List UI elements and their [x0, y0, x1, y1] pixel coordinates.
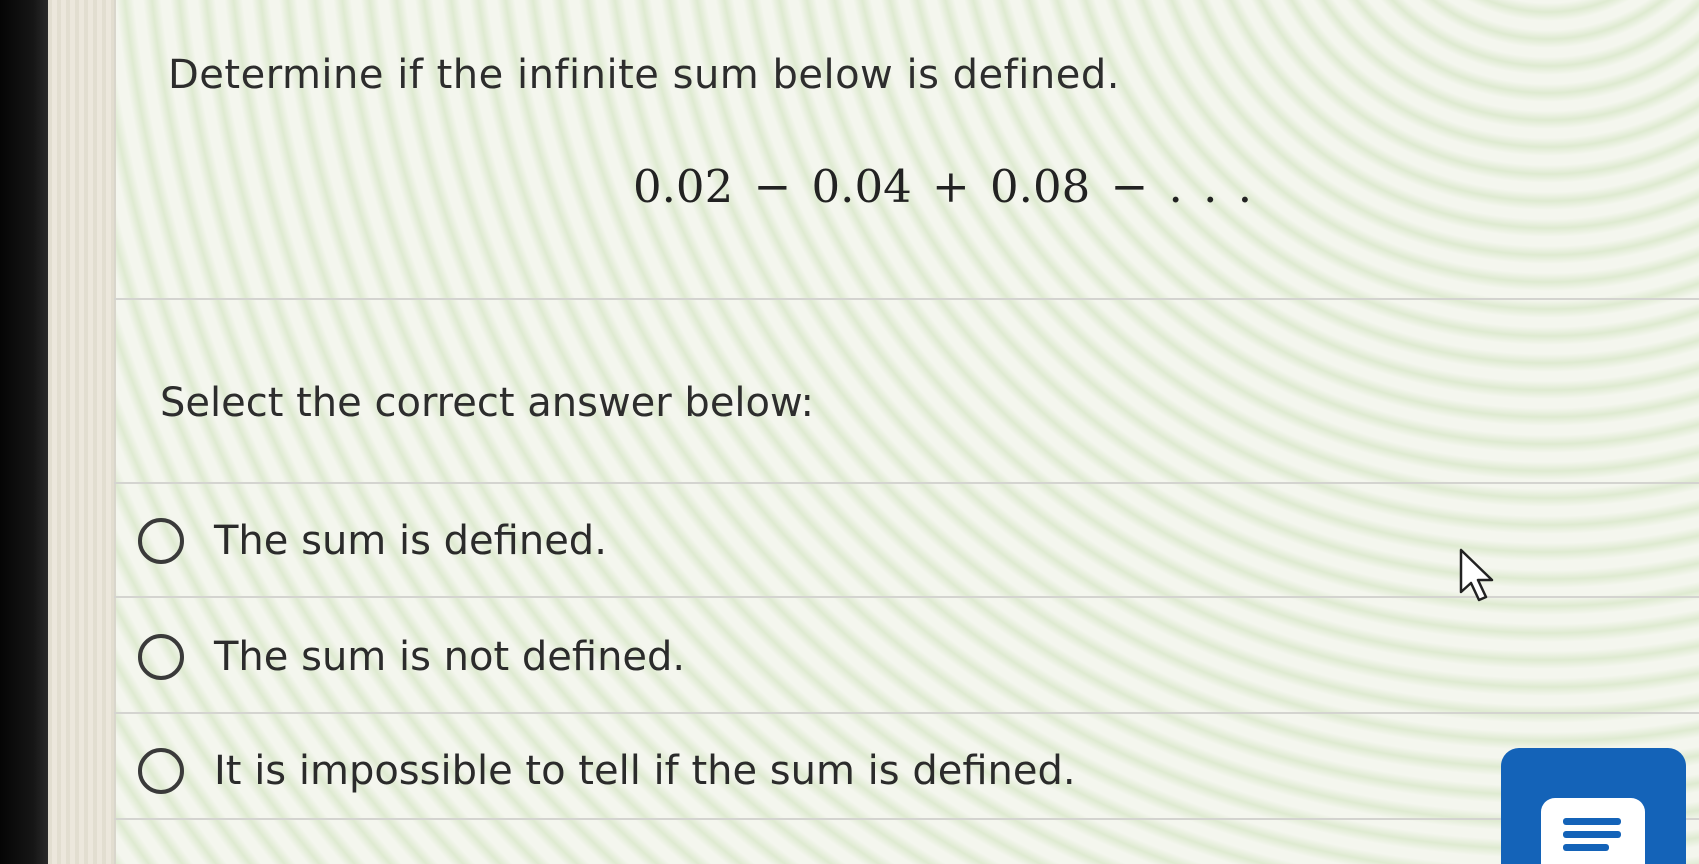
left-margin-strip [48, 0, 116, 864]
chat-icon [1541, 798, 1645, 864]
answer-option-label: It is impossible to tell if the sum is d… [214, 748, 1076, 794]
answer-option-3[interactable]: It is impossible to tell if the sum is d… [138, 718, 1699, 824]
answer-option-label: The sum is not defined. [214, 634, 686, 680]
radio-button[interactable] [138, 634, 184, 680]
divider [114, 298, 1699, 300]
question-panel: Determine if the infinite sum below is d… [48, 0, 1699, 864]
answer-prompt: Select the correct answer below: [160, 380, 815, 426]
divider [114, 482, 1699, 484]
series-expression: 0.02 − 0.04 + 0.08 − . . . [633, 160, 1253, 213]
divider [114, 712, 1699, 714]
divider [114, 818, 1699, 820]
answer-option-2[interactable]: The sum is not defined. [138, 604, 1699, 710]
screen: Determine if the infinite sum below is d… [0, 0, 1699, 864]
question-title: Determine if the infinite sum below is d… [168, 52, 1120, 98]
radio-button[interactable] [138, 518, 184, 564]
answer-option-label: The sum is defined. [214, 518, 607, 564]
chat-button[interactable] [1501, 748, 1686, 864]
mouse-pointer-icon [1459, 548, 1494, 602]
monitor-bezel [0, 0, 48, 864]
radio-button[interactable] [138, 748, 184, 794]
